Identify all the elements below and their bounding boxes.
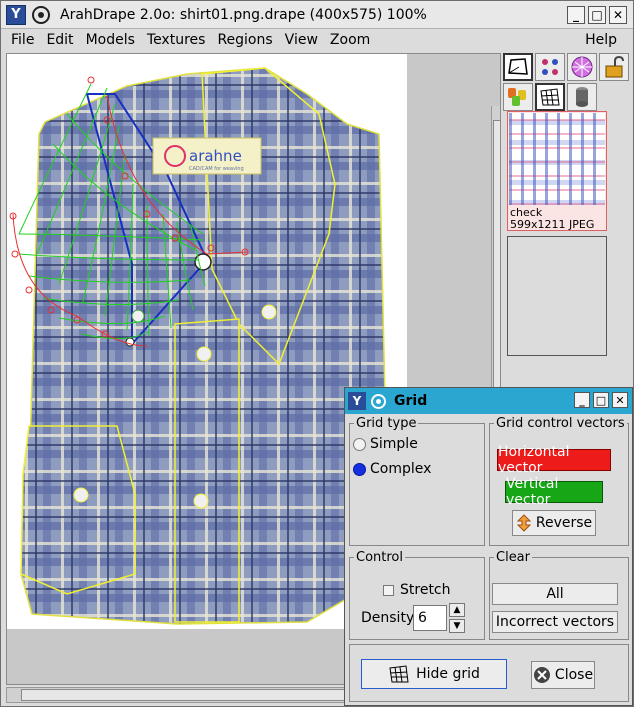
grid-tool-icon[interactable] bbox=[535, 83, 565, 111]
close-icon bbox=[533, 667, 550, 683]
texture-ball-icon[interactable] bbox=[567, 53, 597, 81]
logo-tagline: CAD/CAM for weaving bbox=[189, 166, 244, 172]
clear-all-button[interactable]: All bbox=[492, 583, 618, 605]
clear-legend: Clear bbox=[496, 550, 530, 565]
radio-simple-indicator[interactable] bbox=[353, 437, 366, 451]
density-label: Density bbox=[361, 610, 415, 626]
texture-preview bbox=[509, 113, 605, 205]
hide-grid-label: Hide grid bbox=[416, 666, 480, 682]
menu-zoom[interactable]: Zoom bbox=[324, 32, 376, 48]
radio-complex[interactable]: Complex bbox=[353, 461, 431, 477]
menu-regions[interactable]: Regions bbox=[211, 32, 278, 48]
dialog-maximize-button[interactable]: □ bbox=[593, 392, 609, 408]
vertical-vector-button[interactable]: Vertical vector bbox=[505, 476, 603, 508]
stretch-checkbox[interactable]: Stretch bbox=[383, 582, 451, 598]
grid-dialog-title: Grid bbox=[394, 393, 428, 409]
control-legend: Control bbox=[356, 550, 403, 565]
stretch-label: Stretch bbox=[400, 582, 451, 598]
dialog-app-icon[interactable]: Y bbox=[348, 392, 366, 410]
grid-control-vectors-legend: Grid control vectors bbox=[496, 416, 625, 431]
menu-help[interactable]: Help bbox=[579, 32, 623, 48]
minimize-button[interactable]: _ bbox=[567, 6, 585, 24]
reverse-button[interactable]: Reverse bbox=[512, 510, 596, 536]
density-up-icon[interactable]: ▲ bbox=[449, 603, 465, 617]
grid-dialog: Y Grid _ □ ✕ Grid type Simple Complex Gr… bbox=[344, 387, 633, 706]
reverse-arrows-icon bbox=[516, 514, 532, 532]
radio-simple[interactable]: Simple bbox=[353, 436, 418, 452]
grid-icon bbox=[389, 665, 409, 683]
density-down-icon[interactable]: ▼ bbox=[449, 619, 465, 633]
region-tool-icon[interactable] bbox=[503, 53, 533, 81]
grid-dialog-title-bar: Y Grid _ □ ✕ bbox=[345, 388, 632, 414]
radio-complex-indicator[interactable] bbox=[353, 462, 366, 476]
dialog-minimize-button[interactable]: _ bbox=[574, 392, 590, 408]
menu-bar: File Edit Models Textures Regions View Z… bbox=[1, 29, 633, 51]
horizontal-vector-button[interactable]: Horizontal vector bbox=[497, 444, 611, 476]
texture-info: 599x1211 JPEG bbox=[510, 218, 595, 231]
menu-models[interactable]: Models bbox=[80, 32, 141, 48]
dialog-close-x-button[interactable]: ✕ bbox=[612, 392, 628, 408]
close-button[interactable]: Close bbox=[531, 661, 595, 689]
texture-slot-empty[interactable] bbox=[507, 236, 607, 356]
radio-complex-label: Complex bbox=[370, 461, 432, 477]
menu-file[interactable]: File bbox=[1, 32, 40, 48]
window-title: ArahDrape 2.0o: shirt01.png.drape (400x5… bbox=[60, 6, 427, 23]
maximize-button[interactable]: □ bbox=[588, 6, 606, 24]
close-label: Close bbox=[554, 667, 594, 683]
main-window: Y ArahDrape 2.0o: shirt01.png.drape (400… bbox=[0, 0, 634, 707]
dialog-menu-icon[interactable] bbox=[371, 393, 386, 409]
density-stepper[interactable]: 6 ▲ ▼ bbox=[413, 603, 465, 633]
title-bar: Y ArahDrape 2.0o: shirt01.png.drape (400… bbox=[1, 1, 633, 29]
window-menu-icon[interactable] bbox=[32, 5, 50, 24]
app-icon[interactable]: Y bbox=[6, 4, 26, 25]
menu-edit[interactable]: Edit bbox=[40, 32, 79, 48]
dots-tool-icon[interactable] bbox=[535, 53, 565, 81]
reverse-label: Reverse bbox=[535, 515, 593, 531]
density-input[interactable]: 6 bbox=[413, 605, 447, 631]
clear-incorrect-vectors-button[interactable]: Incorrect vectors bbox=[492, 611, 618, 633]
stretch-checkbox-box[interactable] bbox=[383, 584, 394, 596]
close-window-button[interactable]: ✕ bbox=[609, 6, 627, 24]
texture-thumbnail[interactable]: check 599x1211 JPEG bbox=[507, 111, 607, 231]
cylinder-icon[interactable] bbox=[567, 83, 597, 111]
logo-text: arahne bbox=[189, 147, 242, 165]
masks-icon[interactable] bbox=[503, 83, 533, 111]
grid-type-legend: Grid type bbox=[356, 416, 417, 431]
unlock-icon[interactable] bbox=[599, 53, 629, 81]
menu-view[interactable]: View bbox=[279, 32, 324, 48]
hide-grid-button[interactable]: Hide grid bbox=[361, 659, 507, 689]
radio-simple-label: Simple bbox=[370, 436, 418, 452]
menu-textures[interactable]: Textures bbox=[141, 32, 212, 48]
